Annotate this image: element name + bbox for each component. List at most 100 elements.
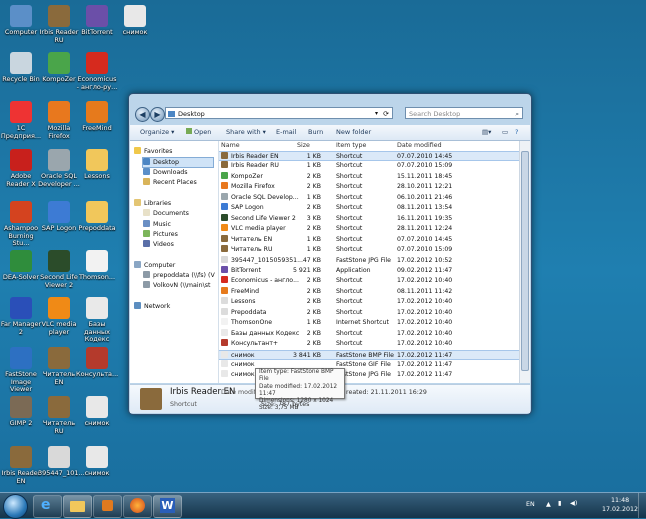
desktop-icon-5[interactable]: KompoZer [38, 52, 80, 84]
organize-button[interactable]: Organize ▾ [140, 127, 174, 138]
file-row[interactable]: Prepoddata 2 KB Shortcut 17.02.2012 10:40 [219, 307, 519, 318]
desktop-icon-11[interactable]: Oracle SQL Developer ... [38, 149, 80, 188]
file-row[interactable]: KompoZer 2 KB Shortcut 15.11.2011 18:45 [219, 171, 519, 182]
desktop-icon-22[interactable]: FastStone Image Viewer [0, 347, 42, 394]
file-row[interactable]: FreeMind 2 KB Shortcut 08.11.2011 11:42 [219, 286, 519, 297]
desktop-icon-6[interactable]: Economicus - англо-ру... [76, 52, 118, 91]
nav-network[interactable]: Network [134, 302, 170, 311]
desktop-icon-30[interactable]: снимок [76, 446, 118, 478]
desktop-icon-14[interactable]: SAP Logon [38, 201, 80, 233]
scrollbar-thumb[interactable] [521, 151, 529, 371]
desktop-icon-0[interactable]: Computer [0, 5, 42, 37]
desktop-icon-15[interactable]: Prepoddata [76, 201, 118, 233]
refresh-icon[interactable]: ⟳ [383, 108, 389, 120]
taskbar-firefox-button[interactable] [123, 495, 152, 518]
desktop-icon-9[interactable]: FreeMind [76, 101, 118, 133]
desktop-icon-19[interactable]: Far Manager 2 [0, 297, 42, 336]
file-row[interactable]: Irbis Reader RU 1 KB Shortcut 07.07.2010 15… [219, 161, 519, 171]
nav-downloads[interactable]: Downloads [143, 168, 188, 177]
file-row[interactable]: Консультант+ 2 KB Shortcut 17.02.2012 10:40 [219, 339, 519, 349]
desktop-icon-3[interactable]: снимок [114, 5, 156, 37]
taskbar-ie-button[interactable]: e [33, 495, 62, 518]
file-row[interactable]: ThomsonOne 1 KB Internet Shortcut 17.02.201… [219, 318, 519, 328]
help-icon[interactable]: ? [515, 127, 518, 138]
desktop-icon-18[interactable]: Thomson... [76, 250, 118, 282]
file-row[interactable]: Oracle SQL Develop... 1 KB Shortcut 06.10.2… [219, 192, 519, 203]
forward-button[interactable]: ▶ [150, 107, 165, 122]
file-row[interactable]: SAP Logon 2 KB Shortcut 08.11.2011 13:54 [219, 203, 519, 213]
desktop-icon-25[interactable]: GIMP 2 [0, 396, 42, 428]
email-button[interactable]: E-mail [276, 127, 296, 138]
nav-documents[interactable]: Documents [143, 209, 189, 218]
share-with-button[interactable]: Share with ▾ [226, 127, 266, 138]
desktop-icon-7[interactable]: 1С Предприя... [0, 101, 42, 140]
nav-desktop[interactable]: Desktop [142, 157, 214, 168]
kodeks-icon [221, 328, 228, 336]
desktop-icon-2[interactable]: BitTorrent [76, 5, 118, 37]
desktop-icon-16[interactable]: DEA-Solver [0, 250, 42, 282]
clock-time[interactable]: 11:48 [611, 497, 629, 504]
nav-drive-prepoddata[interactable]: prepoddata (\\fs) (V [143, 271, 217, 280]
chevron-down-icon[interactable]: ▾ [375, 108, 378, 120]
desktop-icon-1[interactable]: Irbis Reader RU [38, 5, 80, 44]
nav-favorites[interactable]: Favorites [134, 147, 172, 156]
nav-computer[interactable]: Computer [134, 261, 175, 270]
column-header-type[interactable]: Item type [336, 142, 366, 149]
column-header-name[interactable]: Name [221, 142, 240, 149]
file-row[interactable]: Mozilla Firefox 2 KB Shortcut 28.10.2011 12… [219, 182, 519, 192]
file-row[interactable]: Economicus - англо... 2 KB Shortcut 17.02.2… [219, 276, 519, 286]
desktop-icon-21[interactable]: Базы данных Кодекс [76, 297, 118, 344]
show-desktop-button[interactable] [638, 493, 646, 518]
language-indicator[interactable]: EN [526, 501, 535, 508]
desktop-icon-27[interactable]: снимок [76, 396, 118, 428]
file-row[interactable]: Irbis Reader EN 1 KB Shortcut 07.07.2010 14… [219, 151, 519, 162]
nav-libraries[interactable]: Libraries [134, 199, 171, 208]
taskbar-word-button[interactable]: W [153, 495, 182, 518]
desktop-icon-28[interactable]: Irbis Reader EN [0, 446, 42, 485]
nav-videos[interactable]: Videos [143, 240, 174, 249]
nav-music[interactable]: Music [143, 220, 171, 229]
desktop-icon-24[interactable]: Консульта... [76, 347, 118, 379]
desktop-icon-17[interactable]: Second Life Viewer 2 [38, 250, 80, 289]
desktop-icon-12[interactable]: Lessons [76, 149, 118, 181]
vertical-scrollbar[interactable] [519, 141, 530, 383]
file-row[interactable]: Читатель EN 1 KB Shortcut 07.07.2010 14:45 [219, 234, 519, 245]
file-type: Shortcut [336, 287, 363, 295]
tray-expand-icon[interactable]: ▲ [546, 501, 551, 508]
desktop-icon-4[interactable]: Recycle Bin [0, 52, 42, 84]
taskbar-media-player-button[interactable] [93, 495, 122, 518]
desktop-icon-8[interactable]: Mozilla Firefox [38, 101, 80, 140]
open-button[interactable]: Open [186, 127, 211, 138]
start-button[interactable] [3, 494, 28, 519]
nav-recent-places[interactable]: Recent Places [143, 178, 197, 187]
taskbar-explorer-button[interactable] [63, 495, 92, 518]
desktop-icon-13[interactable]: Ashampoo Burning Stu... [0, 201, 42, 248]
view-options-icon[interactable]: ▤▾ [482, 127, 491, 138]
desktop-icon-29[interactable]: 395447_101... [38, 446, 85, 478]
file-row[interactable]: Second Life Viewer 23 KB Shortcut 16.11.20… [219, 213, 519, 224]
back-button[interactable]: ◀ [135, 107, 150, 122]
file-row[interactable]: VLC media player 2 KB Shortcut 28.11.2011 1… [219, 224, 519, 234]
file-row[interactable]: 395447_1015059351... 47 KB FastStone JPG F… [219, 255, 519, 266]
address-bar[interactable]: Desktop ▾ ⟳ [165, 107, 393, 119]
desktop-icon-20[interactable]: VLC media player [38, 297, 80, 336]
column-header-date[interactable]: Date modified [397, 142, 442, 149]
network-tray-icon[interactable]: ▮ [558, 500, 561, 507]
file-row[interactable]: Lessons 2 KB Shortcut 17.02.2012 10:40 [219, 297, 519, 307]
desktop-icon-26[interactable]: Читатель RU [38, 396, 80, 435]
desktop-icon-23[interactable]: Читатель EN [38, 347, 80, 386]
volume-tray-icon[interactable]: ◀) [570, 500, 577, 507]
file-row[interactable]: BitTorrent 5 921 KB Application 09.02.2012 … [219, 265, 519, 276]
file-row[interactable]: Базы данных Кодекс 2 KB Shortcut 17.02.2012… [219, 328, 519, 339]
nav-pictures[interactable]: Pictures [143, 230, 178, 239]
nav-drive-volkovn[interactable]: VolkovN (\\main\st [143, 281, 217, 290]
column-header-size[interactable]: Size [297, 142, 310, 149]
clock-date[interactable]: 17.02.2012 [602, 506, 638, 513]
new-folder-button[interactable]: New folder [336, 127, 371, 138]
file-row[interactable]: Читатель RU 1 KB Shortcut 07.07.2010 15:09 [219, 245, 519, 255]
search-input[interactable]: Search Desktop ⌕ [405, 107, 523, 119]
file-row[interactable]: снимок 3 841 KB FastStone BMP File 17.02.20… [219, 349, 519, 360]
burn-button[interactable]: Burn [308, 127, 323, 138]
preview-pane-icon[interactable]: ▭ [502, 127, 508, 138]
desktop-icon-10[interactable]: Adobe Reader X [0, 149, 42, 188]
